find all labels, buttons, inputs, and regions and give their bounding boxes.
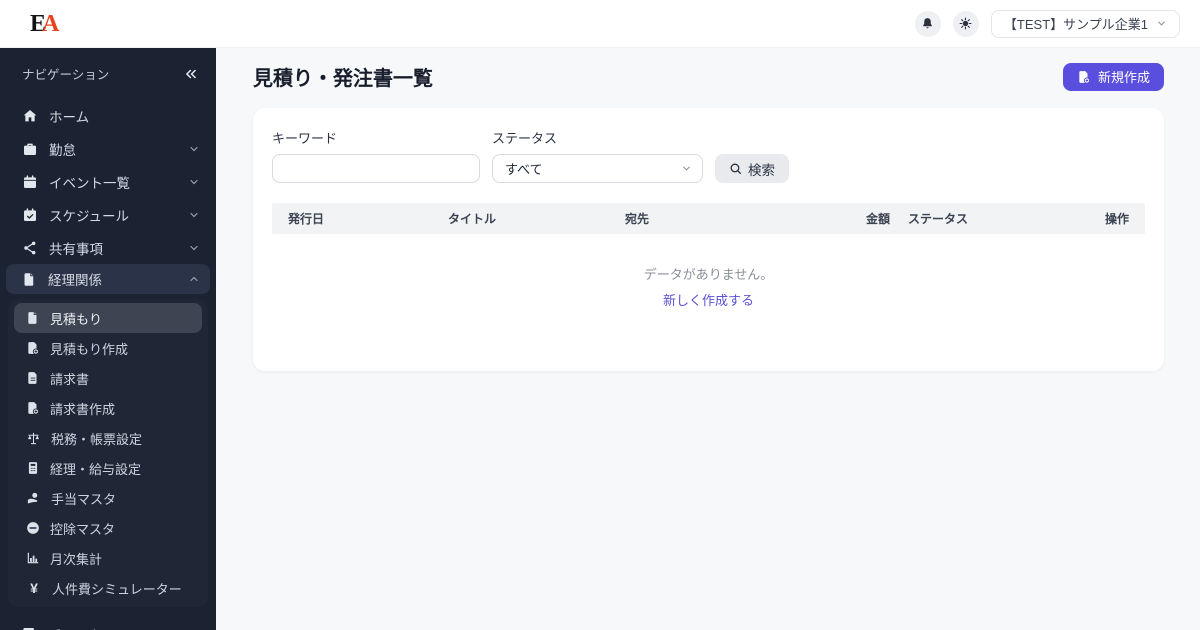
empty-state-message: データがありません。: [643, 267, 774, 282]
submenu-item-monthly-summary[interactable]: 月次集計: [14, 543, 202, 573]
page-title: 見積り・発注書一覧: [253, 68, 433, 90]
yen-icon: ¥: [30, 580, 38, 596]
column-header-recipient: 宛先: [625, 212, 650, 226]
logo-letter-a: A: [42, 10, 60, 37]
chevron-down-icon: [188, 143, 200, 155]
submenu-item-invoices[interactable]: 請求書: [14, 363, 202, 393]
file-plus-icon: [1077, 70, 1091, 84]
submenu-item-label: 控除マスタ: [50, 521, 116, 537]
submenu-item-quote-create[interactable]: 見積もり作成: [14, 333, 202, 363]
chevron-up-icon: [188, 273, 200, 285]
submenu-item-label: 手当マスタ: [51, 491, 117, 507]
theme-toggle-button[interactable]: [952, 10, 979, 37]
submenu-item-label: 人件費シミュレーター: [52, 581, 182, 597]
create-new-button[interactable]: 新規作成: [1062, 62, 1164, 91]
bell-icon: [921, 17, 934, 30]
file-plus-icon: [26, 341, 40, 355]
chevron-down-icon: [681, 163, 692, 174]
submenu-item-label: 見積もり: [50, 311, 103, 327]
minus-circle-icon: [26, 521, 40, 535]
search-button[interactable]: 検索: [715, 154, 789, 183]
chevron-down-icon: [1156, 18, 1167, 29]
sidebar-item-chat[interactable]: チャット: [0, 617, 216, 630]
bar-chart-icon: [26, 551, 40, 565]
submenu-item-label: 請求書作成: [50, 401, 116, 417]
sidebar-item-label: 勤怠: [49, 142, 76, 158]
sidebar-item-label: ホーム: [49, 109, 90, 125]
status-select[interactable]: すべて: [492, 154, 703, 183]
calculator-icon: [26, 461, 40, 475]
status-select-value: すべて: [505, 162, 543, 177]
submenu-item-label: 経理・給与設定: [50, 461, 142, 477]
sidebar-item-label: 共有事項: [49, 241, 103, 257]
file-icon: [26, 311, 40, 325]
chevron-down-icon: [188, 242, 200, 254]
sidebar-header-label: ナビゲーション: [22, 68, 110, 82]
sidebar-item-shared[interactable]: 共有事項: [0, 231, 216, 264]
sidebar-item-attendance[interactable]: 勤怠: [0, 132, 216, 165]
submenu-item-quotes[interactable]: 見積もり: [14, 303, 202, 333]
hand-coins-icon: [26, 491, 41, 506]
chevron-down-icon: [188, 209, 200, 221]
submenu-item-label: 月次集計: [50, 551, 103, 567]
chevron-down-icon: [188, 176, 200, 188]
search-icon: [729, 162, 742, 175]
company-selector[interactable]: 【TEST】サンプル企業1: [990, 9, 1180, 38]
share-icon: [22, 240, 38, 256]
document-icon: [22, 272, 37, 287]
column-header-actions: 操作: [1104, 212, 1129, 226]
search-button-label: 検索: [748, 162, 775, 178]
topbar: EA 【TEST】サンプル企業1: [0, 0, 1200, 48]
sidebar-item-accounting[interactable]: 経理関係: [6, 264, 210, 294]
home-icon: [22, 108, 38, 124]
sidebar: ナビゲーション ホーム 勤怠 イベント一覧 スケジュール 共有事項 経理関係 見…: [0, 48, 216, 630]
sidebar-item-schedule[interactable]: スケジュール: [0, 198, 216, 231]
column-header-amount: 金額: [865, 212, 890, 226]
submenu-item-tax-settings[interactable]: 税務・帳票設定: [14, 423, 202, 453]
column-header-status: ステータス: [908, 212, 969, 226]
submenu-item-allowance-master[interactable]: 手当マスタ: [14, 483, 202, 513]
app-logo[interactable]: EA: [30, 12, 59, 36]
sun-icon: [959, 17, 972, 30]
create-new-button-label: 新規作成: [1097, 70, 1150, 85]
keyword-label: キーワード: [272, 131, 338, 146]
main-content: 見積り・発注書一覧 新規作成 キーワード ステータス すべて 検索 発行日 タイ…: [216, 48, 1200, 630]
sidebar-item-label: スケジュール: [49, 208, 130, 224]
notifications-button[interactable]: [914, 10, 941, 37]
submenu-item-labor-cost-simulator[interactable]: ¥ 人件費シミュレーター: [14, 573, 202, 603]
list-card: キーワード ステータス すべて 検索 発行日 タイトル 宛先 金額 ステータス …: [253, 108, 1164, 371]
double-chevron-left-icon: [185, 69, 196, 78]
column-header-issue-date: 発行日: [288, 212, 325, 226]
scales-icon: [26, 431, 41, 446]
submenu-item-deduction-master[interactable]: 控除マスタ: [14, 513, 202, 543]
status-label: ステータス: [492, 131, 558, 146]
accounting-submenu: 見積もり 見積もり作成 請求書 請求書作成 税務・帳票設定 経理・給与設定 手当…: [8, 299, 208, 607]
submenu-item-invoice-create[interactable]: 請求書作成: [14, 393, 202, 423]
company-selector-label: 【TEST】サンプル企業1: [1003, 17, 1148, 32]
sidebar-collapse-button[interactable]: [184, 67, 198, 81]
file-text-icon: [26, 371, 40, 385]
submenu-item-label: 請求書: [50, 371, 90, 387]
column-header-title: タイトル: [448, 212, 497, 226]
submenu-item-label: 税務・帳票設定: [51, 431, 143, 447]
file-plus-icon: [26, 401, 40, 415]
keyword-input[interactable]: [272, 154, 480, 183]
table-header-row: 発行日 タイトル 宛先 金額 ステータス 操作: [272, 203, 1145, 234]
calendar-icon: [22, 174, 38, 190]
sidebar-item-home[interactable]: ホーム: [0, 99, 216, 132]
briefcase-icon: [22, 141, 38, 157]
sidebar-item-events[interactable]: イベント一覧: [0, 165, 216, 198]
calendar-check-icon: [22, 207, 38, 223]
sidebar-item-label: 経理関係: [48, 273, 102, 288]
empty-state: データがありません。 新しく作成する: [272, 234, 1145, 371]
chat-icon: [22, 626, 38, 630]
submenu-item-label: 見積もり作成: [50, 341, 129, 357]
sidebar-item-label: イベント一覧: [49, 175, 130, 191]
sidebar-item-label: チャット: [49, 624, 200, 630]
submenu-item-payroll-settings[interactable]: 経理・給与設定: [14, 453, 202, 483]
create-new-link[interactable]: 新しく作成する: [663, 290, 754, 309]
